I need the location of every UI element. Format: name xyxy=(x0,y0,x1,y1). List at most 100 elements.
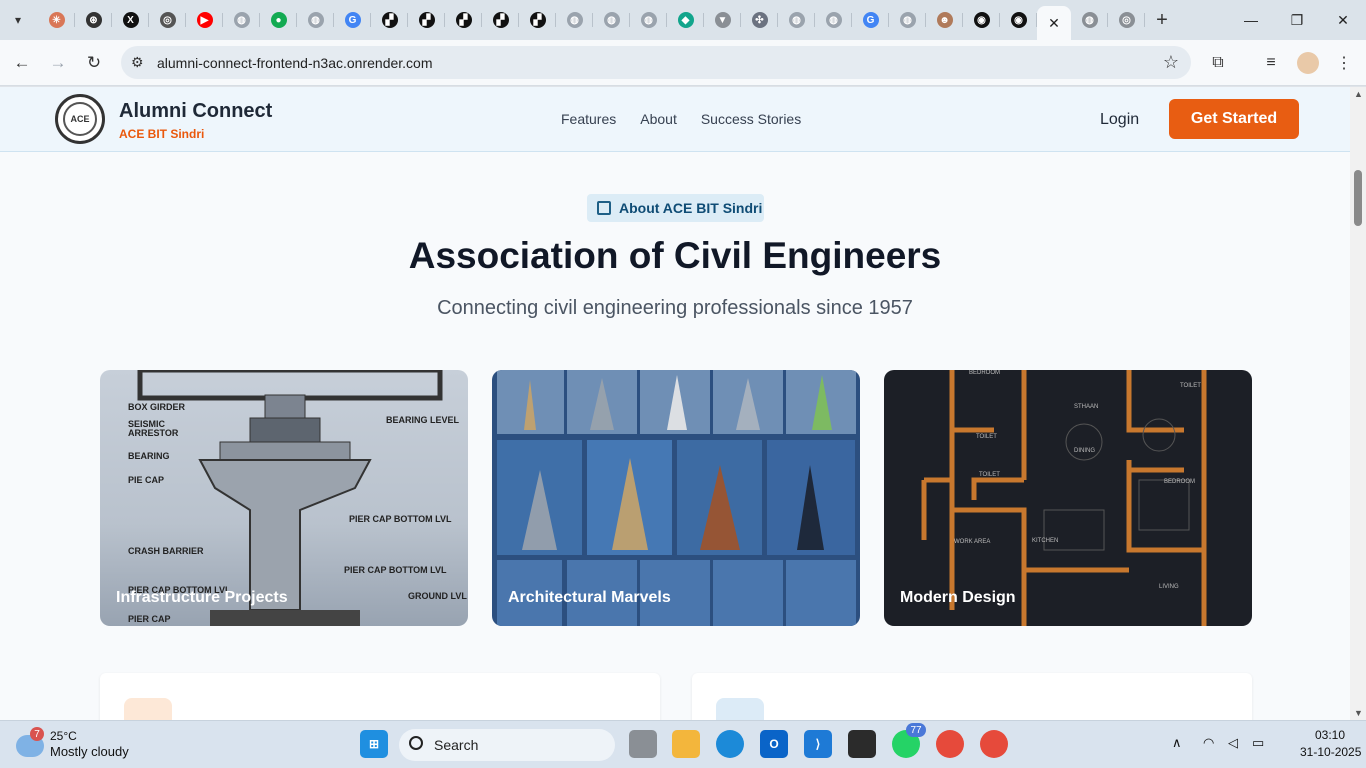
weather-badge: 7 xyxy=(30,727,44,741)
browser-tab[interactable]: ◍ xyxy=(889,0,926,40)
browser-tab[interactable]: ▞ xyxy=(408,0,445,40)
battery-icon[interactable]: ▭ xyxy=(1252,735,1264,751)
browser-tab[interactable]: G xyxy=(852,0,889,40)
reload-icon[interactable]: ↻ xyxy=(82,51,106,75)
close-window-icon[interactable]: ✕ xyxy=(1320,0,1366,40)
nav-success-stories[interactable]: Success Stories xyxy=(701,111,801,127)
browser-tab[interactable]: ◍ xyxy=(556,0,593,40)
edge-icon[interactable] xyxy=(716,730,744,758)
floorplan-label: TOILET xyxy=(1180,383,1201,389)
diagram-label: PIER CAP BOTTOM LVL xyxy=(349,514,452,524)
extensions-icon[interactable]: ⧉ xyxy=(1205,50,1231,76)
browser-tab[interactable]: ◎ xyxy=(149,0,186,40)
google-icon: G xyxy=(862,12,879,28)
clock-time[interactable]: 03:10 xyxy=(1315,728,1345,742)
browser-tab[interactable]: ◍ xyxy=(1071,0,1108,40)
chatgpt-icon: ⊛ xyxy=(85,12,102,28)
browser-tab[interactable]: ◍ xyxy=(778,0,815,40)
address-bar[interactable]: ⚙ alumni-connect-frontend-n3ac.onrender.… xyxy=(121,46,1191,79)
nav-about[interactable]: About xyxy=(640,111,677,127)
browser-tab[interactable]: ▞ xyxy=(445,0,482,40)
browser-tab[interactable]: ◍ xyxy=(297,0,334,40)
chrome-profile-icon[interactable] xyxy=(980,730,1008,758)
browser-toolbar: ← → ↻ ⚙ alumni-connect-frontend-n3ac.onr… xyxy=(0,40,1366,86)
browser-tab[interactable]: ▞ xyxy=(519,0,556,40)
browser-tab[interactable]: ◎ xyxy=(1108,0,1145,40)
bookmark-star-icon[interactable]: ☆ xyxy=(1163,52,1179,73)
floorplan-label: BEDROOM xyxy=(969,370,1000,376)
floorplan-label: DINING xyxy=(1074,448,1095,454)
restore-icon[interactable]: ❐ xyxy=(1274,0,1320,40)
minimize-icon[interactable]: — xyxy=(1228,0,1274,40)
browser-tab[interactable]: ◆ xyxy=(667,0,704,40)
browser-tab[interactable]: ✣ xyxy=(741,0,778,40)
card-infrastructure-projects[interactable]: BOX GIRDER SEISMIC ARRESTOR BEARING BEAR… xyxy=(100,370,468,626)
windows-start-icon[interactable]: ⊞ xyxy=(360,730,388,758)
tab-search-chevron-icon[interactable]: ▾ xyxy=(6,8,30,32)
taskbar-search[interactable]: Search xyxy=(399,729,615,761)
ace-logo[interactable]: ACE xyxy=(55,94,105,144)
browser-tab-active[interactable]: ✕ xyxy=(1037,6,1071,40)
weather-widget[interactable]: 7 25°C Mostly cloudy xyxy=(16,727,156,763)
show-hidden-icons-icon[interactable]: ∧ xyxy=(1172,735,1182,751)
chrome-icon[interactable] xyxy=(936,730,964,758)
feature-card xyxy=(692,673,1252,720)
page-scrollbar[interactable]: ▲ ▼ xyxy=(1350,87,1366,720)
browser-tab[interactable]: X xyxy=(112,0,149,40)
browser-tab[interactable]: ◉ xyxy=(963,0,1000,40)
file-explorer-icon[interactable] xyxy=(672,730,700,758)
vscode-icon[interactable]: ⟩ xyxy=(804,730,832,758)
login-link[interactable]: Login xyxy=(1100,111,1139,129)
close-tab-icon[interactable]: ✕ xyxy=(1048,15,1060,32)
site-info-icon[interactable]: ⚙ xyxy=(131,54,144,71)
browser-tab[interactable]: ▞ xyxy=(482,0,519,40)
media-controls-icon[interactable]: ≡ xyxy=(1258,50,1284,76)
search-label: Search xyxy=(434,737,479,753)
scroll-up-arrow-icon[interactable]: ▲ xyxy=(1354,89,1363,99)
task-view-icon[interactable] xyxy=(629,730,657,758)
browser-tab[interactable]: ▞ xyxy=(371,0,408,40)
forward-arrow-icon[interactable]: → xyxy=(46,51,70,75)
card-modern-design[interactable]: BEDROOM TOILET TOILET TOILET STHAAN DINI… xyxy=(884,370,1252,626)
browser-tab[interactable]: ☻ xyxy=(926,0,963,40)
browser-tab[interactable]: ▼ xyxy=(704,0,741,40)
avatar-icon: ☻ xyxy=(936,12,953,28)
wifi-icon[interactable]: ◠ xyxy=(1203,735,1214,751)
browser-tab[interactable]: ◍ xyxy=(815,0,852,40)
browser-tab[interactable]: ● xyxy=(260,0,297,40)
card-architectural-marvels[interactable]: Architectural Marvels xyxy=(492,370,860,626)
new-tab-plus-icon[interactable]: + xyxy=(1145,0,1179,40)
browser-tab[interactable]: ◍ xyxy=(223,0,260,40)
outlook-icon[interactable]: O xyxy=(760,730,788,758)
browser-tab[interactable]: ⊛ xyxy=(75,0,112,40)
profile-avatar[interactable] xyxy=(1295,50,1321,76)
diagram-label: GROUND LVL xyxy=(408,591,467,601)
vercel-icon: ▼ xyxy=(714,12,731,28)
app-cube-icon[interactable] xyxy=(848,730,876,758)
nav-features[interactable]: Features xyxy=(561,111,616,127)
scroll-down-arrow-icon[interactable]: ▼ xyxy=(1354,708,1363,718)
browser-tab[interactable]: ▶ xyxy=(186,0,223,40)
weather-condition: Mostly cloudy xyxy=(50,744,129,759)
floorplan-label: LIVING xyxy=(1159,584,1179,590)
scroll-thumb[interactable] xyxy=(1354,170,1362,226)
volume-icon[interactable]: ◁ xyxy=(1228,735,1238,751)
globe-icon: ◍ xyxy=(566,12,583,28)
url-text[interactable]: alumni-connect-frontend-n3ac.onrender.co… xyxy=(157,55,433,71)
browser-tab[interactable]: ◍ xyxy=(630,0,667,40)
diagram-label: PIER CAP xyxy=(128,614,171,624)
back-arrow-icon[interactable]: ← xyxy=(10,51,34,75)
browser-tab[interactable]: ◉ xyxy=(1000,0,1037,40)
brand-title[interactable]: Alumni Connect xyxy=(119,100,272,123)
clock-date[interactable]: 31-10-2025 xyxy=(1300,745,1361,759)
github-icon: ◉ xyxy=(973,12,990,28)
browser-tab[interactable]: ✳ xyxy=(38,0,75,40)
page-subtitle: Connecting civil engineering professiona… xyxy=(437,297,913,319)
about-badge-label: About ACE BIT Sindri xyxy=(619,200,763,216)
menu-kebab-icon[interactable]: ⋮ xyxy=(1331,50,1357,76)
render-icon: ▞ xyxy=(381,12,398,28)
window-controls: — ❐ ✕ xyxy=(1228,0,1366,40)
get-started-button[interactable]: Get Started xyxy=(1169,99,1299,139)
browser-tab[interactable]: ◍ xyxy=(593,0,630,40)
browser-tab[interactable]: G xyxy=(334,0,371,40)
